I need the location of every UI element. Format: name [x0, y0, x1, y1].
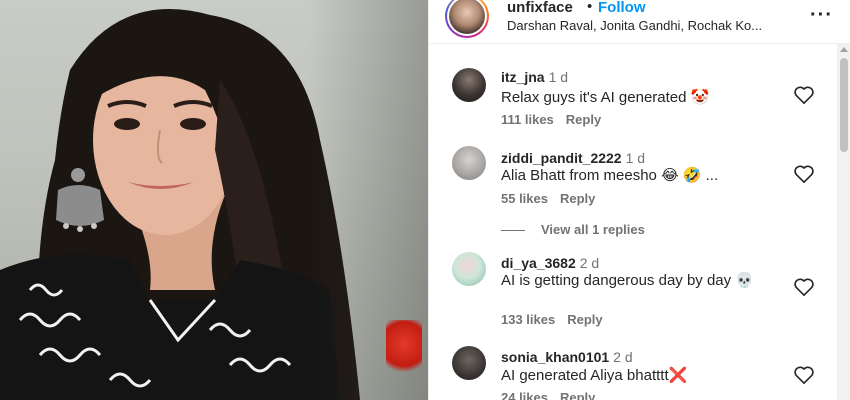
- like-count[interactable]: 24 likes: [501, 390, 548, 400]
- comment-time: 2 d: [613, 349, 633, 365]
- comment-actions: 111 likes Reply: [501, 112, 601, 127]
- header-separator: •: [587, 0, 593, 15]
- comments-panel: unfixface • Follow Darshan Raval, Jonita…: [428, 0, 850, 400]
- heart-icon[interactable]: [793, 365, 815, 385]
- comment-actions: 55 likes Reply: [501, 191, 595, 206]
- comment-text: Relax guys it's AI generated 🤡: [501, 89, 710, 106]
- comment-time: 1 d: [548, 69, 569, 85]
- heart-icon[interactable]: [793, 277, 815, 297]
- profile-avatar[interactable]: [445, 0, 489, 38]
- reply-button[interactable]: Reply: [567, 312, 602, 327]
- comment-list: itz_jna 1 d Relax guys it's AI generated …: [429, 44, 837, 400]
- reply-button[interactable]: Reply: [566, 112, 601, 127]
- red-flower: [386, 320, 422, 380]
- comments-scrollbar[interactable]: [837, 44, 850, 400]
- commenter-avatar[interactable]: [452, 346, 486, 380]
- comment-time: 1 d: [625, 150, 646, 166]
- scroll-thumb[interactable]: [840, 58, 848, 152]
- comment-username[interactable]: di_ya_3682 2 d: [501, 255, 599, 271]
- post-username[interactable]: unfixface: [507, 0, 573, 16]
- more-options-icon[interactable]: ···: [810, 4, 833, 27]
- like-count[interactable]: 55 likes: [501, 191, 548, 206]
- post-header: unfixface • Follow Darshan Raval, Jonita…: [429, 0, 850, 44]
- comment-username[interactable]: sonia_khan0101 2 d: [501, 349, 633, 365]
- comment-text: Alia Bhatt from meesho 😂 🤣 ...: [501, 167, 719, 184]
- reply-button[interactable]: Reply: [560, 191, 595, 206]
- comment-text: AI is getting dangerous day by day 💀: [501, 272, 754, 289]
- replies-divider: [501, 230, 525, 232]
- scroll-up-arrow-icon[interactable]: [840, 47, 848, 52]
- commenter-avatar[interactable]: [452, 252, 486, 286]
- heart-icon[interactable]: [793, 164, 815, 184]
- comment-username[interactable]: ziddi_pandit_2222 1 d: [501, 150, 645, 166]
- like-count[interactable]: 111 likes: [501, 112, 554, 127]
- audio-credits[interactable]: Darshan Raval, Jonita Gandhi, Rochak Ko.…: [507, 18, 762, 33]
- reply-button[interactable]: Reply: [560, 390, 595, 400]
- comment-actions: 24 likes Reply: [501, 390, 595, 400]
- follow-button[interactable]: Follow: [598, 0, 646, 16]
- post-image: [0, 0, 428, 400]
- view-replies-button[interactable]: View all 1 replies: [501, 222, 645, 237]
- commenter-avatar[interactable]: [452, 68, 486, 102]
- comment-actions: 133 likes Reply: [501, 312, 603, 327]
- commenter-avatar[interactable]: [452, 146, 486, 180]
- comment-username[interactable]: itz_jna 1 d: [501, 69, 568, 85]
- comment-text: AI generated Aliya bhatttt❌: [501, 367, 688, 384]
- like-count[interactable]: 133 likes: [501, 312, 555, 327]
- heart-icon[interactable]: [793, 85, 815, 105]
- comment-time: 2 d: [579, 255, 600, 271]
